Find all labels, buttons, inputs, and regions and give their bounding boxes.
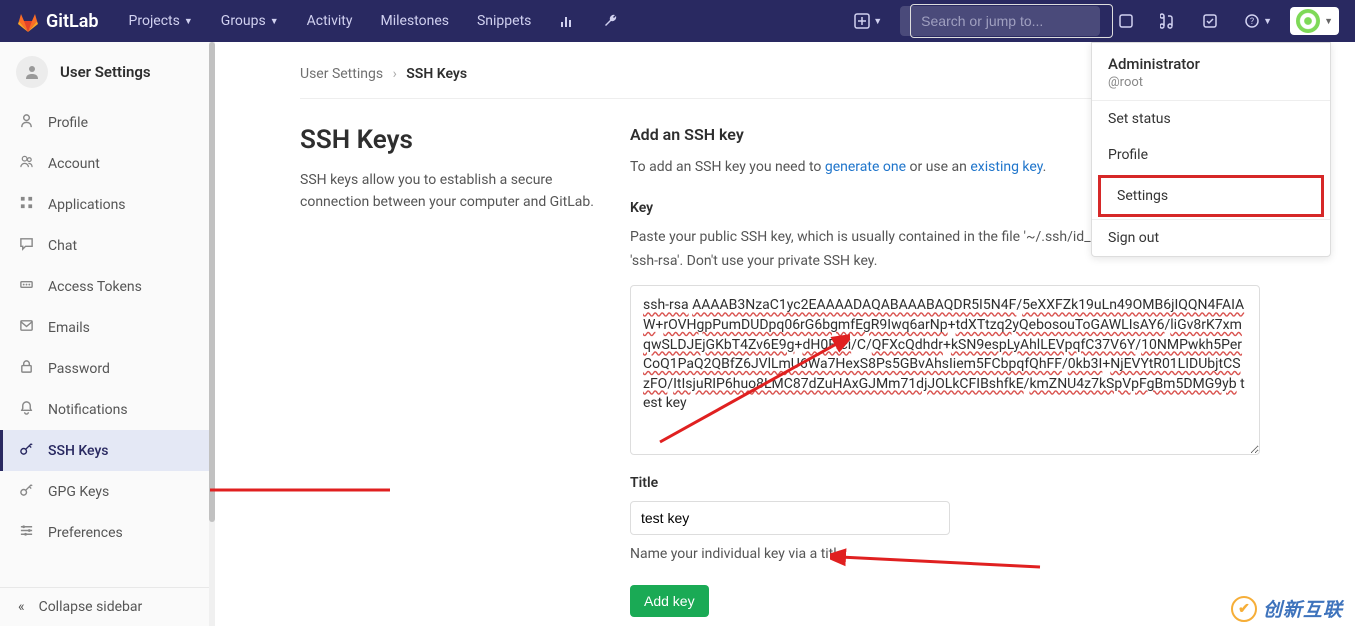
nav-projects[interactable]: Projects▼: [119, 5, 203, 37]
nav-groups[interactable]: Groups▼: [211, 5, 289, 37]
breadcrumb-separator: ›: [393, 66, 397, 82]
sidebar-item-label: Preferences: [48, 525, 123, 541]
chevron-down-icon: ▼: [270, 16, 279, 27]
dropdown-user-handle: @root: [1108, 75, 1314, 90]
sidebar-item-gpg-keys[interactable]: GPG Keys: [0, 471, 209, 512]
nav-wrench-icon[interactable]: [593, 5, 629, 37]
chevron-down-icon: ▼: [873, 16, 882, 27]
key-icon: [18, 441, 34, 460]
dropdown-user-name: Administrator: [1108, 55, 1314, 73]
top-navbar: GitLab Projects▼ Groups▼ Activity Milest…: [0, 0, 1355, 42]
user-avatar-icon: [16, 56, 48, 88]
todos-icon[interactable]: [1194, 7, 1226, 35]
breadcrumb-parent[interactable]: User Settings: [300, 66, 383, 82]
brand-logo[interactable]: GitLab: [16, 9, 99, 33]
page-description: SSH keys allow you to establish a secure…: [300, 169, 600, 214]
sidebar-item-label: Profile: [48, 115, 88, 131]
add-key-button[interactable]: Add key: [630, 585, 709, 617]
bell-icon: [18, 400, 34, 419]
gitlab-icon: [16, 9, 40, 33]
nav-snippets[interactable]: Snippets: [467, 5, 541, 37]
issues-icon[interactable]: [1110, 7, 1142, 35]
dropdown-item-settings[interactable]: Settings: [1098, 175, 1324, 217]
sidebar-item-access-tokens[interactable]: Access Tokens: [0, 266, 209, 307]
nav-chart-icon[interactable]: [549, 5, 585, 37]
breadcrumb-current: SSH Keys: [406, 66, 467, 82]
merge-requests-icon[interactable]: [1152, 7, 1184, 35]
watermark-text: 创新互联: [1263, 595, 1343, 622]
user-dropdown: Administrator @root Set statusProfileSet…: [1091, 42, 1331, 257]
sidebar-item-profile[interactable]: Profile: [0, 102, 209, 143]
sidebar-item-label: Password: [48, 361, 110, 377]
sidebar: User Settings Profile Account Applications…: [0, 42, 210, 626]
user-avatar-button[interactable]: ▼: [1290, 7, 1339, 35]
dropdown-item-set-status[interactable]: Set status: [1092, 101, 1330, 137]
svg-text:?: ?: [1250, 17, 1254, 27]
sidebar-item-account[interactable]: Account: [0, 143, 209, 184]
chevron-down-icon: ▼: [1263, 16, 1272, 27]
sidebar-item-ssh-keys[interactable]: SSH Keys: [0, 430, 209, 471]
sidebar-item-label: Emails: [48, 320, 90, 336]
chat-icon: [18, 236, 34, 255]
user-icon: [18, 113, 34, 132]
help-icon[interactable]: ?▼: [1236, 7, 1280, 35]
sliders-icon: [18, 523, 34, 542]
sidebar-item-label: Chat: [48, 238, 77, 254]
nav-activity[interactable]: Activity: [297, 5, 363, 37]
token-icon: [18, 277, 34, 296]
main-content: User Settings › SSH Keys SSH Keys SSH ke…: [210, 42, 1355, 626]
generate-one-link[interactable]: generate one: [825, 159, 906, 175]
primary-nav: Projects▼ Groups▼ Activity Milestones Sn…: [119, 5, 630, 37]
search-input[interactable]: [910, 4, 1113, 38]
title-input[interactable]: [630, 501, 950, 535]
sidebar-item-label: Account: [48, 156, 100, 172]
grid-icon: [18, 195, 34, 214]
lock-icon: [18, 359, 34, 378]
title-label: Title: [630, 475, 1260, 491]
avatar-icon: [1296, 9, 1320, 33]
collapse-label: Collapse sidebar: [39, 599, 143, 615]
plus-button[interactable]: ▼: [846, 7, 890, 35]
mail-icon: [18, 318, 34, 337]
sidebar-item-emails[interactable]: Emails: [0, 307, 209, 348]
watermark: ✔ 创新互联: [1231, 595, 1343, 622]
dropdown-header: Administrator @root: [1092, 43, 1330, 100]
key-icon: [18, 482, 34, 501]
ssh-key-textarea[interactable]: ssh-rsa AAAAB3NzaC1yc2EAAAADAQABAAABAQDR…: [630, 285, 1260, 455]
page-title: SSH Keys: [300, 125, 600, 155]
sidebar-item-preferences[interactable]: Preferences: [0, 512, 209, 553]
sidebar-item-applications[interactable]: Applications: [0, 184, 209, 225]
collapse-sidebar[interactable]: « Collapse sidebar: [0, 587, 209, 626]
sidebar-item-chat[interactable]: Chat: [0, 225, 209, 266]
dropdown-item-sign-out[interactable]: Sign out: [1092, 220, 1330, 256]
sidebar-title[interactable]: User Settings: [0, 42, 209, 102]
chevron-down-icon: ▼: [184, 16, 193, 27]
sidebar-item-label: GPG Keys: [48, 484, 109, 500]
sidebar-item-label: Access Tokens: [48, 279, 142, 295]
search-box[interactable]: [900, 6, 1100, 36]
chevron-left-icon: «: [18, 599, 25, 615]
chevron-down-icon: ▼: [1324, 16, 1333, 27]
brand-text: GitLab: [46, 11, 99, 32]
watermark-icon: ✔: [1231, 596, 1257, 622]
title-hint: Name your individual key via a title: [630, 543, 1260, 567]
header-right: ▼ ?▼ ▼: [846, 6, 1339, 36]
sidebar-item-label: Notifications: [48, 402, 128, 418]
nav-milestones[interactable]: Milestones: [370, 5, 459, 37]
sidebar-title-text: User Settings: [60, 63, 151, 81]
existing-key-link[interactable]: existing key: [970, 159, 1042, 175]
sidebar-item-password[interactable]: Password: [0, 348, 209, 389]
sidebar-item-notifications[interactable]: Notifications: [0, 389, 209, 430]
sidebar-item-label: Applications: [48, 197, 126, 213]
users-icon: [18, 154, 34, 173]
sidebar-item-label: SSH Keys: [48, 443, 109, 459]
dropdown-item-profile[interactable]: Profile: [1092, 137, 1330, 173]
